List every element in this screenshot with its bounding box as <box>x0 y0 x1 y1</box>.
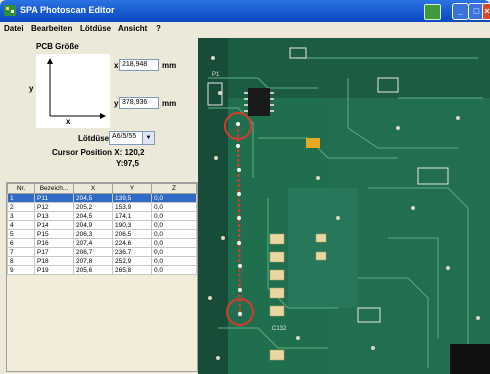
cell-x[interactable]: 207,4 <box>73 238 113 248</box>
cell-z[interactable]: 0,0 <box>151 256 197 266</box>
cell-x[interactable]: 206,3 <box>73 229 113 239</box>
cell-x[interactable]: 205,2 <box>73 202 113 212</box>
pcb-x-unit: mm <box>162 61 177 70</box>
cell-name[interactable]: P17 <box>34 247 74 257</box>
cell-x[interactable]: 207,8 <box>73 256 113 266</box>
table-row[interactable]: 9 P19 205,6 265,8 0,0 <box>7 265 197 275</box>
cell-x[interactable]: 204,5 <box>73 211 113 221</box>
table-row[interactable]: 5 P15 206,3 206,5 0,0 <box>7 229 197 239</box>
cell-z[interactable]: 0,0 <box>151 211 197 221</box>
cell-name[interactable]: P19 <box>34 265 74 275</box>
axis-y-label: y <box>29 84 34 93</box>
cell-name[interactable]: P12 <box>34 202 74 212</box>
nozzle-value: A6/5/55 <box>112 133 137 140</box>
cell-y[interactable]: 224,6 <box>112 238 152 248</box>
pcb-image[interactable]: P1 C132 <box>198 38 490 374</box>
points-table[interactable]: Nr. Bezeich... X Y Z 1 P11 204,5 139,5 0,0 2 P… <box>6 182 198 372</box>
table-row[interactable]: 8 P18 207,8 252,9 0,0 <box>7 256 197 266</box>
cell-y[interactable]: 153,9 <box>112 202 152 212</box>
axis-arrows-icon <box>47 58 106 119</box>
cell-name[interactable]: P13 <box>34 211 74 221</box>
cell-nr[interactable]: 6 <box>7 238 35 248</box>
window-title: SPA Photoscan Editor <box>20 5 115 15</box>
cell-nr[interactable]: 9 <box>7 265 35 275</box>
board-label-p1: P1 <box>212 72 220 78</box>
cell-nr[interactable]: 2 <box>7 202 35 212</box>
pcb-y-unit: mm <box>162 99 177 108</box>
pcb-y-input[interactable]: 378,936 <box>119 97 159 109</box>
cell-x[interactable]: 204,9 <box>73 220 113 230</box>
menu-bar: Datei Bearbeiten Lötdüse Ansicht ? <box>0 22 490 35</box>
column-header-name[interactable]: Bezeich... <box>34 183 74 194</box>
column-header-y[interactable]: Y <box>112 183 152 194</box>
pcb-size-label: PCB Größe <box>36 42 79 51</box>
nozzle-label: Lötdüse <box>78 134 110 143</box>
settings-panel: PCB Größe y x x: 218,948 mm y: 378,936 m… <box>6 38 198 372</box>
cell-z[interactable]: 0,0 <box>151 247 197 257</box>
pcb-axis-diagram: y x <box>29 54 110 128</box>
cell-nr[interactable]: 1 <box>7 193 35 203</box>
column-header-z[interactable]: Z <box>151 183 197 194</box>
cell-y[interactable]: 236,7 <box>112 247 152 257</box>
close-button[interactable]: × <box>482 3 490 20</box>
cell-z[interactable]: 0,0 <box>151 238 197 248</box>
cell-name[interactable]: P11 <box>34 193 74 203</box>
pcb-photo-view[interactable]: P1 C132 <box>198 38 490 374</box>
table-row[interactable]: 1 P11 204,5 139,5 0,0 <box>7 193 197 203</box>
cell-z[interactable]: 0,0 <box>151 220 197 230</box>
cell-nr[interactable]: 5 <box>7 229 35 239</box>
cell-name[interactable]: P15 <box>34 229 74 239</box>
cell-name[interactable]: P16 <box>34 238 74 248</box>
chevron-down-icon[interactable]: ▼ <box>142 132 154 144</box>
column-header-nr[interactable]: Nr. <box>7 183 35 194</box>
cell-x[interactable]: 204,5 <box>73 193 113 203</box>
cell-y[interactable]: 252,9 <box>112 256 152 266</box>
table-row[interactable]: 4 P14 204,9 190,3 0,0 <box>7 220 197 230</box>
tray-app-icon[interactable] <box>424 4 441 20</box>
table-row[interactable]: 7 P17 206,7 236,7 0,0 <box>7 247 197 257</box>
cell-x[interactable]: 205,6 <box>73 265 113 275</box>
cell-nr[interactable]: 8 <box>7 256 35 266</box>
cell-name[interactable]: P18 <box>34 256 74 266</box>
menu-help[interactable]: ? <box>156 24 161 33</box>
table-row[interactable]: 6 P16 207,4 224,6 0,0 <box>7 238 197 248</box>
cursor-y: Y:97,5 <box>116 159 139 168</box>
cell-z[interactable]: 0,0 <box>151 202 197 212</box>
table-row[interactable]: 3 P13 204,5 174,1 0,0 <box>7 211 197 221</box>
table-row[interactable]: 2 P12 205,2 153,9 0,0 <box>7 202 197 212</box>
menu-ansicht[interactable]: Ansicht <box>118 24 147 33</box>
cell-y[interactable]: 206,5 <box>112 229 152 239</box>
column-header-x[interactable]: X <box>73 183 113 194</box>
cell-nr[interactable]: 4 <box>7 220 35 230</box>
cell-y[interactable]: 139,5 <box>112 193 152 203</box>
cell-x[interactable]: 206,7 <box>73 247 113 257</box>
app-icon <box>4 5 16 16</box>
cell-nr[interactable]: 7 <box>7 247 35 257</box>
cell-name[interactable]: P14 <box>34 220 74 230</box>
title-bar: SPA Photoscan Editor _ □ × <box>0 0 490 22</box>
menu-datei[interactable]: Datei <box>4 24 24 33</box>
pcb-x-input[interactable]: 218,948 <box>119 59 159 71</box>
minimize-button[interactable]: _ <box>452 3 469 20</box>
cell-z[interactable]: 0,0 <box>151 229 197 239</box>
cell-y[interactable]: 265,8 <box>112 265 152 275</box>
cell-y[interactable]: 174,1 <box>112 211 152 221</box>
table-header-row: Nr. Bezeich... X Y Z <box>7 183 197 194</box>
board-label-c132: C132 <box>272 326 287 332</box>
menu-loetduese[interactable]: Lötdüse <box>80 24 111 33</box>
cell-z[interactable]: 0,0 <box>151 265 197 275</box>
nozzle-select[interactable]: A6/5/55 ▼ <box>109 131 155 145</box>
menu-bearbeiten[interactable]: Bearbeiten <box>31 24 72 33</box>
cell-z[interactable]: 0,0 <box>151 193 197 203</box>
axis-x-label: x <box>66 117 71 126</box>
cell-y[interactable]: 190,3 <box>112 220 152 230</box>
cursor-position: Cursor Position X: 120,2 <box>52 148 145 157</box>
cell-nr[interactable]: 3 <box>7 211 35 221</box>
